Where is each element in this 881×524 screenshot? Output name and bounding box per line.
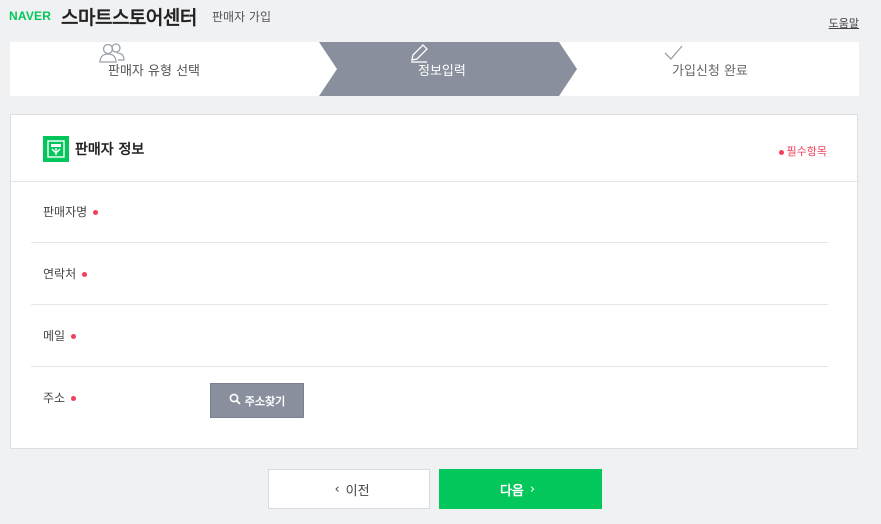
- step-seller-type: 판매자 유형 선택: [98, 42, 200, 96]
- signup-steps: 판매자 유형 선택 정보입력 가입신청 완료: [10, 42, 859, 96]
- field-label: 주소: [43, 389, 77, 406]
- step-info-input: 정보입력: [408, 42, 466, 96]
- step-complete: 가입신청 완료: [662, 42, 748, 96]
- field-row-seller-name: 판매자명: [31, 182, 828, 243]
- field-label-text: 메일: [43, 329, 66, 343]
- card-header: 판매자 정보 필수항목: [11, 115, 857, 182]
- field-row-contact: 연락처: [31, 244, 828, 305]
- naver-logo[interactable]: NAVER: [9, 9, 51, 23]
- required-dot: [71, 334, 77, 339]
- header: NAVER 스마트스토어센터 판매자 가입 도움말: [0, 0, 881, 40]
- section-title: 판매자 정보: [75, 142, 145, 158]
- help-link[interactable]: 도움말: [829, 15, 859, 31]
- prev-label: 이전: [345, 483, 370, 499]
- chevron-right-icon: ›: [529, 481, 536, 497]
- required-dot: [71, 396, 77, 401]
- find-address-label: 주소찾기: [244, 394, 286, 408]
- field-label-text: 연락처: [43, 267, 77, 281]
- field-row-email: 메일: [31, 306, 828, 367]
- required-note: 필수항목: [778, 143, 827, 159]
- next-button[interactable]: 다음 ›: [439, 469, 602, 509]
- field-label: 연락처: [43, 265, 88, 282]
- field-row-address: 주소: [31, 368, 828, 428]
- chevron-left-icon: ‹: [334, 481, 340, 497]
- prev-button[interactable]: ‹ 이전: [268, 469, 430, 509]
- find-address-button[interactable]: 주소찾기: [210, 383, 304, 418]
- search-icon: [229, 393, 241, 408]
- seller-info-card: 판매자 정보 필수항목 판매자명 연락처 메일 주소 주소찾기: [10, 114, 858, 449]
- brand-title[interactable]: 스마트스토어센터: [61, 3, 197, 30]
- field-label: 메일: [43, 327, 77, 344]
- required-dot: [93, 210, 99, 215]
- page-subtitle: 판매자 가입: [212, 10, 272, 24]
- seller-id-icon: [43, 136, 69, 162]
- field-label: 판매자명: [43, 203, 99, 220]
- field-label-text: 판매자명: [43, 205, 88, 219]
- field-label-text: 주소: [43, 391, 66, 405]
- required-dot: [778, 149, 784, 155]
- required-dot: [82, 272, 88, 277]
- next-label: 다음: [499, 483, 524, 499]
- required-note-text: 필수항목: [786, 145, 827, 158]
